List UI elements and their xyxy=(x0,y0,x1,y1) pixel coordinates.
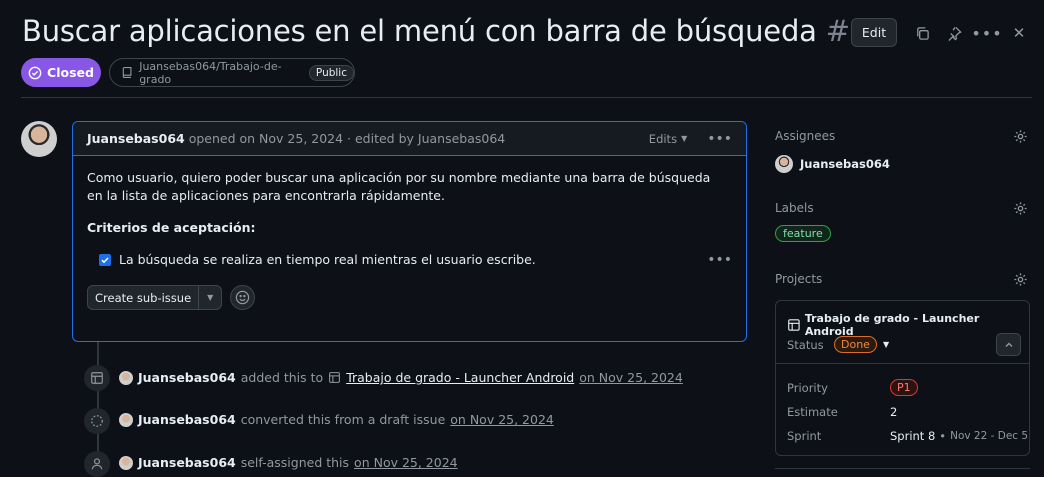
comment-header: Juansebas064 opened on Nov 25, 2024 · ed… xyxy=(73,122,746,156)
event-action: self-assigned this xyxy=(240,455,350,470)
create-subissue-split-button: Create sub-issue ▼ xyxy=(87,285,223,310)
timeline-event: Juansebas064 converted this from a draft… xyxy=(119,412,554,427)
project-divider xyxy=(776,363,1029,364)
event-author[interactable]: Juansebas064 xyxy=(138,370,236,385)
issue-title: Buscar aplicaciones en el menú con barra… xyxy=(22,14,868,48)
gear-icon[interactable] xyxy=(1013,272,1028,290)
estimate-value[interactable]: 2 xyxy=(890,405,897,419)
labels-heading: Labels xyxy=(775,201,814,215)
chevron-down-icon[interactable]: ▼ xyxy=(199,286,221,309)
sidebar-divider xyxy=(775,468,1030,469)
event-author[interactable]: Juansebas064 xyxy=(138,455,236,470)
status-row: Status Done ▼ xyxy=(787,336,889,353)
dashed-circle-icon xyxy=(84,408,110,434)
add-reaction-button[interactable] xyxy=(230,285,256,310)
create-subissue-button[interactable]: Create sub-issue xyxy=(88,286,200,309)
criteria-heading: Criterios de aceptación: xyxy=(87,220,256,235)
event-action: added this to xyxy=(240,370,324,385)
estimate-label: Estimate xyxy=(787,405,838,419)
collapse-button[interactable] xyxy=(996,333,1021,356)
avatar[interactable] xyxy=(119,370,133,385)
sprint-label: Sprint xyxy=(787,429,822,443)
task-checkbox[interactable] xyxy=(99,254,111,266)
assignee-name[interactable]: Juansebas064 xyxy=(800,157,890,171)
person-icon xyxy=(84,451,110,477)
table-icon xyxy=(329,372,341,383)
status-badge: Closed xyxy=(21,58,101,87)
chevron-down-icon[interactable]: ▼ xyxy=(883,340,889,349)
edits-label: Edits xyxy=(648,131,678,146)
gear-icon[interactable] xyxy=(1013,201,1028,219)
sprint-row: Sprint Sprint 8 • Nov 22 - Dec 5 xyxy=(787,429,1029,443)
repo-pill[interactable]: Juansebas064/Trabajo-de-grado Public xyxy=(109,58,355,87)
task-text: La búsqueda se realiza en tiempo real mi… xyxy=(119,252,536,267)
close-icon[interactable]: ✕ xyxy=(1011,24,1027,42)
event-date[interactable]: on Nov 25, 2024 xyxy=(579,370,683,385)
status-value[interactable]: Done xyxy=(834,336,877,353)
status-label: Status xyxy=(787,337,824,352)
sprint-range: Nov 22 - Dec 5 xyxy=(950,430,1029,442)
event-date[interactable]: on Nov 25, 2024 xyxy=(354,455,458,470)
status-badge-label: Closed xyxy=(47,65,94,80)
more-options-icon[interactable]: ••• xyxy=(971,23,1001,43)
check-circle-icon xyxy=(28,66,42,79)
header-divider xyxy=(21,97,1032,98)
avatar[interactable] xyxy=(119,412,133,427)
chevron-up-icon xyxy=(1005,342,1012,347)
event-action: converted this from a draft issue xyxy=(240,412,446,427)
sprint-value[interactable]: Sprint 8 xyxy=(890,429,935,443)
task-list-item: La búsqueda se realiza en tiempo real mi… xyxy=(99,251,732,269)
estimate-row: Estimate 2 xyxy=(787,405,897,419)
visibility-badge: Public xyxy=(308,64,354,81)
issue-body-comment: Juansebas064 opened on Nov 25, 2024 · ed… xyxy=(72,121,747,342)
priority-row: Priority P1 xyxy=(787,379,918,396)
assignees-heading: Assignees xyxy=(775,129,836,143)
issue-title-text: Buscar aplicaciones en el menú con barra… xyxy=(22,14,817,48)
timeline-event: Juansebas064 self-assigned this on Nov 2… xyxy=(119,455,458,470)
comment-options-icon[interactable]: ••• xyxy=(707,131,732,147)
priority-value[interactable]: P1 xyxy=(890,379,918,396)
repo-name[interactable]: Juansebas064/Trabajo-de-grado xyxy=(139,60,303,86)
timeline-event: Juansebas064 added this to Trabajo de gr… xyxy=(119,370,683,385)
gear-icon[interactable] xyxy=(1013,129,1028,147)
comment-paragraph: Como usuario, quiero poder buscar una ap… xyxy=(87,170,711,203)
avatar[interactable] xyxy=(119,455,133,470)
pin-icon[interactable] xyxy=(944,23,964,43)
task-options-icon[interactable]: ••• xyxy=(707,251,732,269)
table-icon xyxy=(84,365,110,391)
table-icon xyxy=(788,319,800,331)
project-name[interactable]: Trabajo de grado - Launcher Android xyxy=(805,312,1029,338)
avatar xyxy=(775,155,793,173)
edits-dropdown[interactable]: Edits ▼ xyxy=(649,132,687,146)
priority-label: Priority xyxy=(787,380,828,395)
comment-meta: opened on Nov 25, 2024 · edited by Juans… xyxy=(188,131,506,146)
projects-heading: Projects xyxy=(775,272,823,286)
project-link[interactable]: Trabajo de grado - Launcher Android xyxy=(346,370,574,385)
avatar[interactable] xyxy=(21,121,57,157)
comment-author[interactable]: Juansebas064 xyxy=(87,131,185,146)
smiley-icon xyxy=(235,290,250,305)
edit-button[interactable]: Edit xyxy=(851,18,897,47)
project-card: Trabajo de grado - Launcher Android Stat… xyxy=(775,300,1030,456)
label-feature[interactable]: feature xyxy=(775,225,831,242)
event-date[interactable]: on Nov 25, 2024 xyxy=(450,412,554,427)
copy-icon[interactable] xyxy=(912,23,932,43)
chevron-down-icon: ▼ xyxy=(681,134,688,143)
event-author[interactable]: Juansebas064 xyxy=(138,412,236,427)
project-title[interactable]: Trabajo de grado - Launcher Android xyxy=(787,312,1029,338)
repo-icon xyxy=(122,67,132,78)
assignee-item[interactable]: Juansebas064 xyxy=(775,155,890,173)
